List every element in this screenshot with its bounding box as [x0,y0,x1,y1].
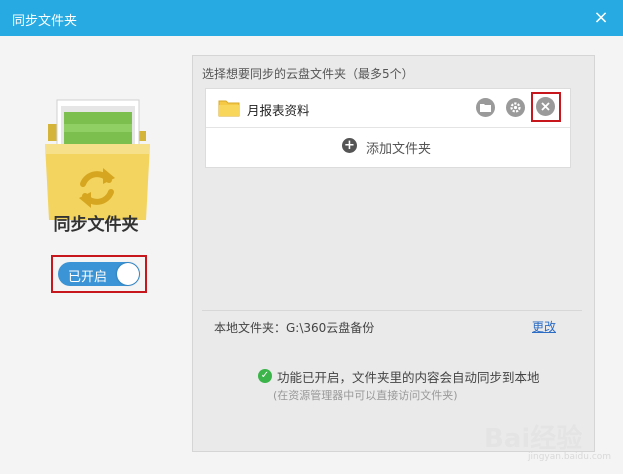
sync-folder-icon [45,99,150,220]
folder-name: 月报表资料 [247,103,310,118]
folder-row[interactable]: 月报表资料 [206,89,570,128]
left-panel: 同步文件夹 已开启 [0,36,192,474]
divider [202,310,582,311]
remove-icon [541,102,550,111]
sync-toggle[interactable]: 已开启 [58,262,140,286]
title-bar: 同步文件夹 × [0,0,623,36]
toggle-label: 已开启 [68,270,108,285]
status-text: 功能已开启，文件夹里的内容会自动同步到本地 [277,370,540,385]
toggle-highlight-frame: 已开启 [51,255,147,293]
local-folder-path: 本地文件夹：G:\360云盘备份 [214,321,375,335]
add-folder-button[interactable]: + 添加文件夹 [206,128,570,167]
toggle-knob [117,263,139,285]
gear-icon [510,102,521,113]
watermark: Bai经验 jingyan.baidu.com [484,418,614,470]
folder-settings-button[interactable] [506,98,525,117]
status-subtext: (在资源管理器中可以直接访问文件夹) [273,389,458,402]
window-title: 同步文件夹 [12,14,78,29]
left-title: 同步文件夹 [53,215,139,235]
folder-icon [218,100,240,117]
remove-folder-button[interactable] [536,97,555,116]
change-path-link[interactable]: 更改 [532,318,556,335]
panel-hint: 选择想要同步的云盘文件夹（最多5个） [202,67,414,81]
close-button[interactable]: × [591,8,611,28]
remove-highlight-frame [531,92,561,122]
plus-circle-icon: + [342,138,357,153]
open-folder-button[interactable] [476,98,495,117]
watermark-text: Bai经验 [484,424,583,454]
add-folder-label: 添加文件夹 [366,142,432,157]
check-circle-icon: ✓ [258,369,272,383]
folder-icon [480,104,491,112]
sync-folder-panel: 选择想要同步的云盘文件夹（最多5个） 月报表资料 + 添加文件夹 本地文件夹：G… [192,55,595,452]
folder-list: 月报表资料 + 添加文件夹 [205,88,571,168]
watermark-subtext: jingyan.baidu.com [528,452,612,462]
